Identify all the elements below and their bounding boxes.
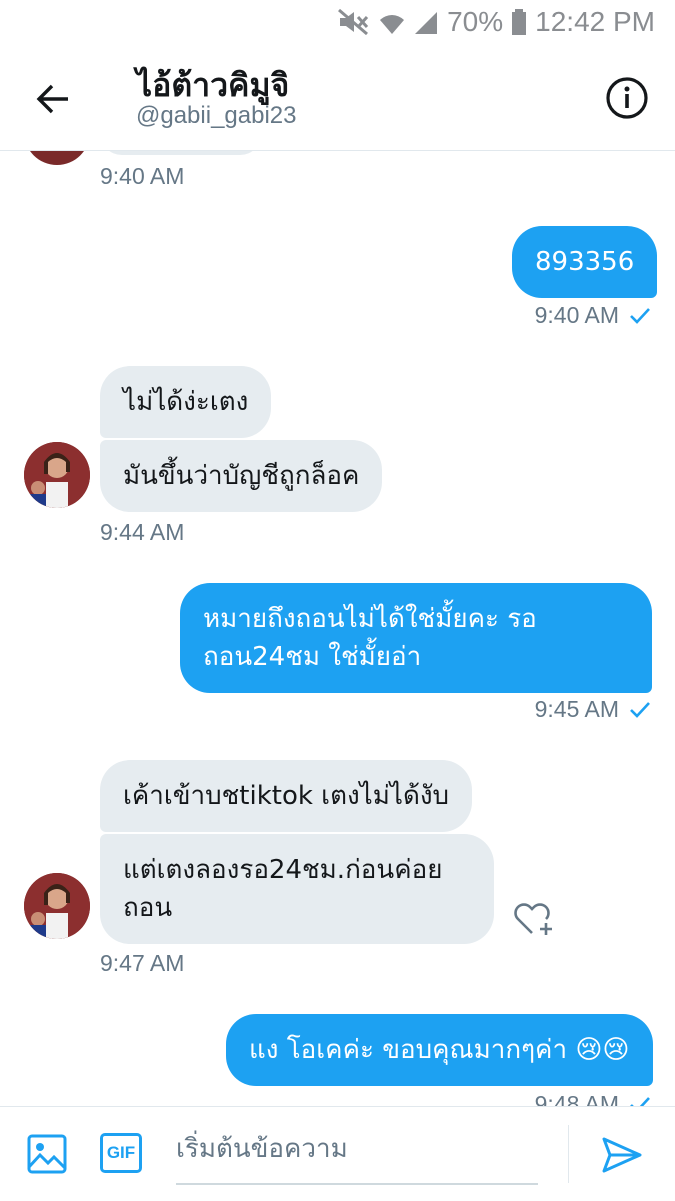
message-bubble-incoming[interactable]: มันขึ้นว่าบัญชีถูกล็อค xyxy=(100,440,383,512)
image-icon[interactable] xyxy=(26,1133,68,1175)
avatar-photo xyxy=(24,873,90,939)
message-timestamp: 9:40 AM xyxy=(535,302,651,329)
avatar-photo xyxy=(24,442,90,508)
message-timestamp: 9:44 AM xyxy=(100,519,185,545)
read-check-icon xyxy=(630,307,650,324)
wifi-icon xyxy=(380,15,405,34)
read-check-icon xyxy=(630,1096,650,1106)
conversation-handle[interactable]: @gabii_gabi23 xyxy=(136,102,297,130)
send-icon[interactable] xyxy=(600,1135,644,1175)
message-timestamp: 9:48 AM xyxy=(535,1091,651,1106)
gif-button[interactable]: GIF xyxy=(100,1133,142,1173)
message-bubble-outgoing[interactable]: 893356 xyxy=(512,226,658,298)
message-bubble-outgoing[interactable]: หมายถึงถอนไม่ได้ใช่มั้ยคะ รอ ถอน24ชม ใช่… xyxy=(180,583,652,693)
avatar[interactable] xyxy=(24,873,90,939)
message-timestamp: 9:40 AM xyxy=(100,163,185,189)
message-input-wrapper xyxy=(176,1121,538,1185)
clock: 12:42 PM xyxy=(535,6,655,37)
gif-label: GIF xyxy=(106,1143,136,1162)
message-bubble-incoming[interactable] xyxy=(100,151,262,155)
info-icon[interactable] xyxy=(605,76,649,120)
read-check-icon xyxy=(630,701,650,718)
message-list[interactable]: 9:40 AM 893356 9:40 AM ไม่ได้ง่ะเตง มันข… xyxy=(0,151,675,1106)
message-bubble-incoming[interactable]: ไม่ได้ง่ะเตง xyxy=(100,366,272,438)
conversation-header: ไอ้ต้าวคิมูจิ @gabii_gabi23 xyxy=(0,46,675,151)
avatar[interactable] xyxy=(24,151,90,165)
battery-percent: 70% xyxy=(447,6,504,37)
message-timestamp: 9:47 AM xyxy=(100,950,185,976)
crying-emoji: 😢😢 xyxy=(575,1035,630,1065)
message-bubble-incoming[interactable]: เค้าเข้าบชtiktok เตงไม่ได้งับ xyxy=(100,760,473,832)
message-input[interactable] xyxy=(176,1121,538,1177)
like-add-icon[interactable] xyxy=(512,899,556,939)
mute-icon xyxy=(338,8,369,36)
message-timestamp: 9:45 AM xyxy=(535,696,651,723)
status-bar: 70% 12:42 PM xyxy=(0,0,675,46)
message-bubble-outgoing[interactable]: แง โอเคค่ะ ขอบคุณมากๆค่า 😢😢 xyxy=(226,1014,653,1086)
message-bubble-incoming[interactable]: แต่เตงลองรอ24ชม.ก่อนค่อย ถอน xyxy=(100,834,494,944)
back-button[interactable] xyxy=(30,76,76,122)
avatar[interactable] xyxy=(24,442,90,508)
battery-icon xyxy=(512,9,527,35)
message-composer: GIF xyxy=(0,1106,675,1201)
composer-divider xyxy=(568,1125,569,1183)
back-arrow-icon xyxy=(36,84,68,114)
signal-icon xyxy=(415,12,438,34)
